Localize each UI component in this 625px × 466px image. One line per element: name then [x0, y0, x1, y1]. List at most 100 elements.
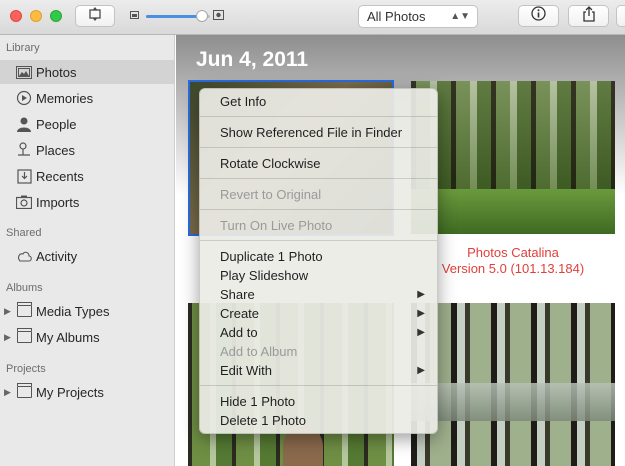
menu-item-label: Show Referenced File in Finder [220, 125, 403, 140]
photo-thumbnail[interactable] [411, 81, 615, 234]
share-button[interactable] [568, 5, 609, 27]
sidebar-item-people[interactable]: People [0, 112, 174, 136]
disclosure-triangle-icon[interactable]: ▶ [4, 332, 11, 343]
zoom-button[interactable] [50, 10, 62, 22]
submenu-arrow-icon: ▶ [417, 308, 425, 319]
menu-item-label: Get Info [220, 94, 267, 109]
large-photo-icon [213, 10, 224, 23]
menu-item-label: Play Slideshow [220, 268, 309, 283]
recents-icon [14, 168, 34, 184]
sidebar-item-my-albums[interactable]: ▶ My Albums [0, 325, 174, 349]
filter-select-value: All Photos [367, 9, 426, 24]
menu-separator [200, 385, 437, 386]
menu-item-label: Turn On Live Photo [220, 218, 333, 233]
menu-item-share[interactable]: Share ▶ [200, 285, 437, 304]
toolbar: All Photos ▲▼ [0, 0, 625, 35]
menu-item-delete-photo[interactable]: Delete 1 Photo [200, 411, 437, 430]
menu-separator [200, 209, 437, 210]
menu-separator [200, 116, 437, 117]
menu-item-label: Delete 1 Photo [220, 413, 307, 428]
section-projects: Projects [6, 363, 46, 375]
disclosure-triangle-icon[interactable]: ▶ [4, 306, 11, 317]
section-shared: Shared [6, 227, 42, 239]
menu-item-play-slideshow[interactable]: Play Slideshow [200, 266, 437, 285]
menu-item-label: Create [220, 306, 260, 321]
menu-item-duplicate-photo[interactable]: Duplicate 1 Photo [200, 247, 437, 266]
zoom-slider[interactable] [146, 10, 210, 22]
menu-item-label: Rotate Clockwise [220, 156, 321, 171]
sidebar-item-label: Recents [36, 168, 84, 184]
filter-select[interactable]: All Photos ▲▼ [358, 5, 478, 28]
menu-item-add-to[interactable]: Add to ▶ [200, 323, 437, 342]
menu-item-label: Edit With [220, 363, 273, 378]
menu-item-turn-on-live-photo: Turn On Live Photo [200, 216, 437, 235]
sidebar-item-my-projects[interactable]: ▶ My Projects [0, 380, 174, 404]
sidebar-item-imports[interactable]: Imports [0, 190, 174, 214]
sidebar-item-label: Media Types [36, 303, 110, 319]
submenu-arrow-icon: ▶ [417, 365, 425, 376]
zoom-slider-fill [146, 15, 203, 18]
close-button[interactable] [10, 10, 22, 22]
menu-separator [200, 178, 437, 179]
folder-icon [14, 328, 34, 343]
sidebar-item-label: People [36, 116, 77, 132]
watermark-line: Photos Catalina [467, 245, 559, 260]
sidebar-item-label: Imports [36, 194, 80, 210]
info-icon [531, 6, 546, 26]
sidebar-item-label: My Projects [36, 384, 104, 400]
menu-item-edit-with[interactable]: Edit With ▶ [200, 361, 437, 380]
sidebar: Library Photos Memories People Places Re… [0, 35, 175, 466]
sidebar-item-memories[interactable]: Memories [0, 86, 174, 110]
context-menu: Get Info Show Referenced File in Finder … [199, 88, 438, 434]
date-heading: Jun 4, 2011 [196, 48, 309, 71]
sidebar-item-activity[interactable]: Activity [0, 244, 174, 268]
section-library: Library [6, 42, 40, 54]
memories-icon [14, 90, 34, 106]
sidebar-item-places[interactable]: Places [0, 138, 174, 162]
menu-item-label: Add to [220, 325, 258, 340]
sidebar-item-label: Photos [36, 64, 77, 80]
small-photo-icon [130, 11, 139, 22]
cloud-icon [14, 250, 34, 262]
sidebar-item-label: Memories [36, 90, 94, 106]
menu-item-show-referenced-file[interactable]: Show Referenced File in Finder [200, 123, 437, 142]
menu-separator [200, 147, 437, 148]
zoom-slider-knob[interactable] [196, 10, 209, 22]
submenu-arrow-icon: ▶ [417, 289, 425, 300]
menu-item-rotate-clockwise[interactable]: Rotate Clockwise [200, 154, 437, 173]
photos-icon [14, 65, 34, 79]
sidebar-item-photos[interactable]: Photos [0, 60, 174, 84]
menu-item-label: Revert to Original [220, 187, 322, 202]
info-button[interactable] [518, 5, 559, 27]
menu-item-get-info[interactable]: Get Info [200, 92, 437, 111]
folder-icon [14, 383, 34, 398]
chevron-updown-icon: ▲▼ [450, 11, 470, 22]
toolbar-overflow-button[interactable] [616, 5, 625, 27]
sidebar-item-recents[interactable]: Recents [0, 164, 174, 188]
sidebar-item-label: My Albums [36, 329, 100, 345]
section-albums: Albums [6, 282, 43, 294]
rotate-view-icon [87, 6, 103, 26]
menu-item-label: Duplicate 1 Photo [220, 249, 323, 264]
sidebar-item-label: Places [36, 142, 76, 158]
sidebar-item-media-types[interactable]: ▶ Media Types [0, 299, 174, 323]
disclosure-triangle-icon[interactable]: ▶ [4, 387, 11, 398]
folder-icon [14, 302, 34, 317]
menu-item-hide-photo[interactable]: Hide 1 Photo [200, 392, 437, 411]
people-icon [14, 117, 34, 132]
view-toggle-button[interactable] [75, 5, 115, 27]
menu-item-revert-to-original: Revert to Original [200, 185, 437, 204]
menu-item-add-to-album: Add to Album [200, 342, 437, 361]
share-icon [582, 5, 596, 27]
minimize-button[interactable] [30, 10, 42, 22]
sidebar-item-label: Activity [36, 248, 78, 264]
places-pin-icon [14, 142, 34, 158]
menu-separator [200, 240, 437, 241]
photo-thumbnail[interactable] [411, 303, 615, 466]
submenu-arrow-icon: ▶ [417, 327, 425, 338]
imports-camera-icon [14, 195, 34, 209]
menu-item-label: Hide 1 Photo [220, 394, 296, 409]
watermark-overlay: Photos Catalina Version 5.0 (101.13.184) [411, 245, 615, 277]
menu-item-create[interactable]: Create ▶ [200, 304, 437, 323]
watermark-line: Version 5.0 (101.13.184) [441, 261, 585, 276]
